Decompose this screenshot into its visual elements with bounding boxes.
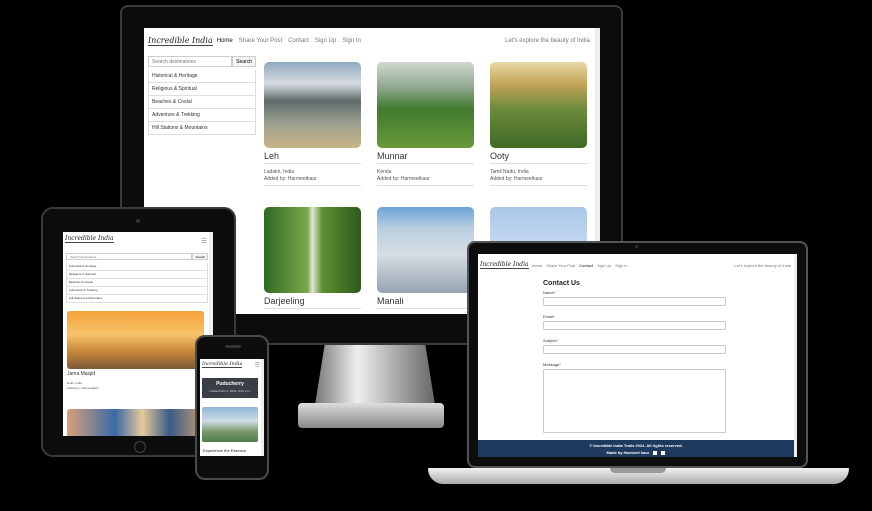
destination-title: Ooty — [490, 151, 587, 164]
destination-card[interactable]: Manali — [377, 207, 474, 309]
destination-location: Tamil Nadu, India — [490, 169, 529, 175]
tablet-home-button[interactable] — [134, 441, 146, 453]
destination-title: Munnar — [377, 151, 474, 164]
post-title: Puducherry — [216, 381, 244, 387]
post-image[interactable] — [202, 407, 258, 442]
destination-image[interactable] — [264, 207, 361, 293]
destination-added-by: Added by: Harmeetkaur — [67, 386, 99, 390]
category-item[interactable]: Historical & Heritage — [66, 263, 208, 271]
footer: © Incredible India Trails 2024. All righ… — [478, 440, 794, 457]
footer-copyright: © Incredible India Trails 2024. All righ… — [589, 443, 683, 448]
monitor-stand — [315, 345, 435, 405]
name-label: Name* — [543, 290, 556, 295]
destination-title: Manali — [377, 296, 474, 309]
post-date: created Nov 2, 2024, 8:01 p.m. — [209, 389, 251, 393]
nav-tagline: Let's explore the beauty of India — [505, 38, 590, 44]
sidebar: Search Historical & Heritage Religious &… — [66, 253, 208, 303]
destination-image[interactable] — [264, 62, 361, 148]
destination-title: Leh — [264, 151, 361, 164]
nav-signup[interactable]: Sign Up — [315, 38, 336, 44]
category-item[interactable]: Beaches & Costal — [66, 279, 208, 287]
laptop-camera — [635, 245, 638, 248]
destination-card[interactable]: Munnar Kerala Added by: Harmeetkaur — [377, 62, 474, 186]
menu-toggle-icon[interactable]: ☰ — [201, 237, 207, 245]
destination-image[interactable] — [490, 62, 587, 148]
destination-location: Ladakh, India — [264, 169, 295, 175]
navbar: Incredible India Home Share Your Post Co… — [144, 28, 600, 54]
search-button[interactable]: Search — [232, 56, 256, 67]
search-input[interactable] — [148, 56, 233, 67]
scrollbar[interactable] — [261, 359, 264, 456]
search-button[interactable]: Search — [192, 253, 208, 260]
nav-signin[interactable]: Sign In — [342, 38, 361, 44]
subject-field[interactable] — [543, 345, 726, 354]
search-form: Search — [148, 56, 256, 67]
destination-image[interactable] — [377, 207, 474, 293]
destination-card[interactable]: Leh Ladakh, India Added by: Harmeetkaur — [264, 62, 361, 186]
footer-author: Made by Harmeet kaur — [606, 450, 650, 455]
category-item[interactable]: Adventure & Trekking — [148, 109, 256, 122]
destination-image[interactable] — [377, 62, 474, 148]
destination-title: Darjeeling — [264, 296, 361, 309]
social-icon[interactable] — [653, 450, 658, 455]
destination-image[interactable] — [67, 311, 204, 369]
category-item[interactable]: Religious & Spiritual — [148, 83, 256, 96]
category-item[interactable]: Beaches & Costal — [148, 96, 256, 109]
message-label: Message* — [543, 362, 561, 367]
subject-label: Subject* — [543, 338, 558, 343]
contact-form: Contact Us Name* Email* Subject* Message… — [543, 280, 726, 457]
scrollbar[interactable] — [794, 254, 797, 457]
destination-card[interactable]: Ooty Tamil Nadu, India Added by: Harmeet… — [490, 62, 587, 186]
destination-added-by: Added by: Harmeetkaur — [377, 176, 430, 182]
category-item[interactable]: Historical & Heritage — [148, 70, 256, 83]
brand-logo[interactable]: Incredible India — [65, 235, 114, 243]
nav-share[interactable]: Share Your Post — [546, 263, 575, 268]
destination-location: Kerala — [377, 169, 392, 175]
tablet-camera — [136, 219, 140, 223]
brand-logo[interactable]: Incredible India — [148, 36, 213, 46]
nav-share[interactable]: Share Your Post — [239, 38, 282, 44]
nav-contact[interactable]: Contact — [579, 263, 593, 268]
category-item[interactable]: Religious & Spiritual — [66, 271, 208, 279]
destination-added-by: Added by: Harmeetkaur — [264, 176, 317, 182]
category-item[interactable]: Adventure & Trekking — [66, 287, 208, 295]
brand-logo[interactable]: Incredible India — [202, 361, 243, 368]
category-item[interactable]: Hill Stations & Mountains — [148, 122, 256, 135]
search-input[interactable] — [66, 253, 193, 260]
laptop-notch — [610, 468, 666, 473]
nav-home[interactable]: Home — [217, 38, 233, 44]
contact-heading: Contact Us — [543, 280, 580, 287]
destination-card[interactable]: Darjeeling — [264, 207, 361, 309]
nav-home[interactable]: Home — [532, 263, 543, 268]
nav-signin[interactable]: Sign In — [615, 263, 627, 268]
brand-logo[interactable]: Incredible India — [480, 261, 529, 269]
email-label: Email* — [543, 314, 555, 319]
message-field[interactable] — [543, 369, 726, 433]
monitor-foot — [298, 403, 444, 428]
sidebar: Search Historical & Heritage Religious &… — [148, 56, 256, 135]
nav-contact[interactable]: Contact — [288, 38, 309, 44]
destination-location: Delhi, India — [67, 381, 83, 385]
name-field[interactable] — [543, 297, 726, 306]
tablet-screen: Incredible India ☰ Search Historical & H… — [63, 232, 213, 436]
post-header: Puducherry created Nov 2, 2024, 8:01 p.m… — [202, 378, 258, 398]
destination-title: Jama Masjid — [67, 371, 96, 377]
category-item[interactable]: Hill Stations & Mountains — [66, 295, 208, 303]
menu-toggle-icon[interactable]: ☰ — [255, 362, 260, 369]
phone-speaker — [225, 345, 241, 348]
laptop-screen: Incredible India Home Share Your Post Co… — [478, 254, 797, 457]
post-caption: Experience the Essence — [203, 448, 247, 453]
nav-tagline: Let's explore the beauty of India — [734, 262, 791, 268]
nav-signup[interactable]: Sign Up — [597, 263, 611, 268]
social-icon[interactable] — [661, 450, 666, 455]
email-field[interactable] — [543, 321, 726, 330]
destination-added-by: Added by: Harmeetkaur — [490, 176, 543, 182]
navbar: Incredible India Home Share Your Post Co… — [478, 254, 797, 276]
destination-image[interactable] — [67, 409, 204, 436]
phone-screen: Incredible India ☰ Puducherry created No… — [200, 359, 264, 456]
